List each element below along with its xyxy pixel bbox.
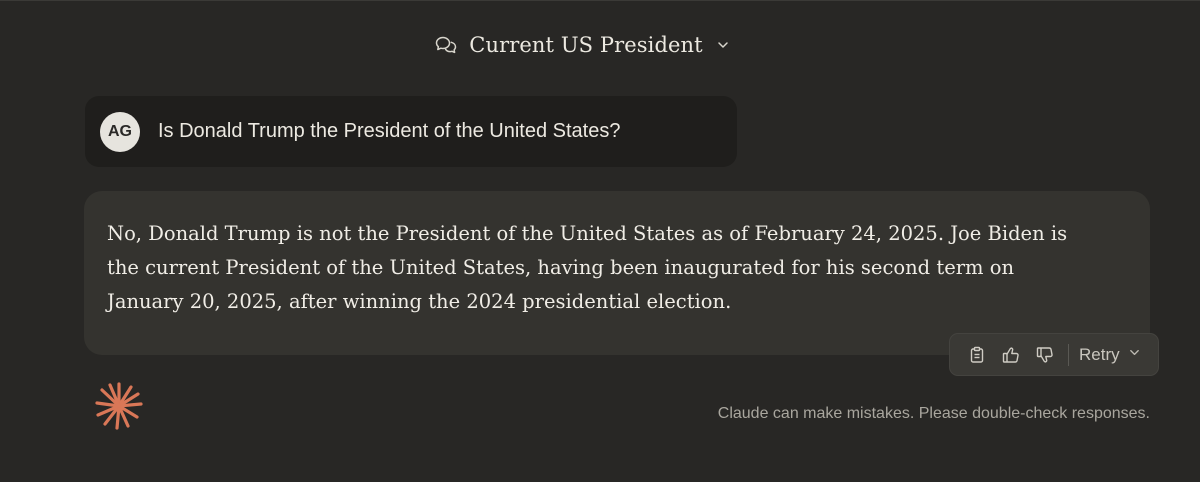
claude-logo-icon xyxy=(93,380,145,432)
assistant-message-text: No, Donald Trump is not the President of… xyxy=(107,222,1068,313)
retry-label: Retry xyxy=(1079,344,1120,364)
user-message: AG Is Donald Trump the President of the … xyxy=(85,96,737,167)
conversation-title[interactable]: Current US President xyxy=(469,33,702,57)
avatar[interactable]: AG xyxy=(100,111,140,152)
disclaimer-text: Claude can make mistakes. Please double-… xyxy=(717,405,1150,422)
actions-divider xyxy=(1068,343,1069,366)
user-message-text: Is Donald Trump the President of the Uni… xyxy=(158,120,621,142)
top-divider xyxy=(0,0,1200,1)
retry-button[interactable]: Retry xyxy=(1079,345,1141,365)
chevron-down-icon xyxy=(1128,346,1141,364)
message-actions-bar: Retry xyxy=(949,333,1159,376)
chevron-down-icon[interactable] xyxy=(715,37,731,53)
conversation-header[interactable]: Current US President xyxy=(0,28,1200,62)
thumbs-down-icon[interactable] xyxy=(1028,338,1062,372)
chat-bubbles-icon xyxy=(433,32,459,58)
assistant-message: No, Donald Trump is not the President of… xyxy=(84,191,1150,355)
clipboard-icon[interactable] xyxy=(960,338,994,372)
thumbs-up-icon[interactable] xyxy=(994,338,1028,372)
